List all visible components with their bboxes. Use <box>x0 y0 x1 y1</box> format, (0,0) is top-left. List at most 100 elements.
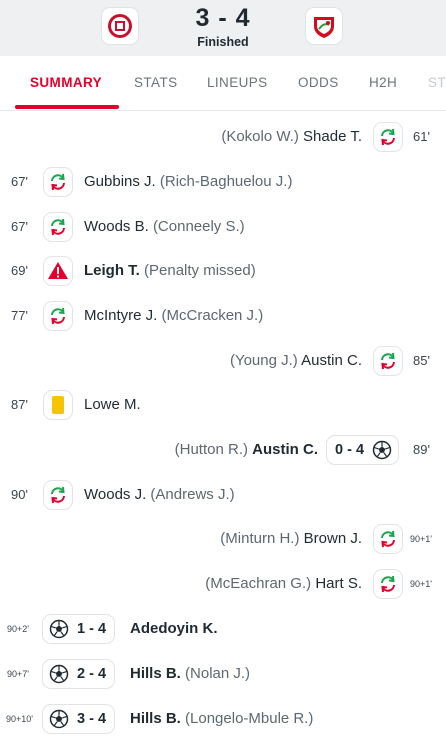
event-player: Gubbins J. <box>84 173 156 190</box>
tab-standings[interactable]: ST <box>428 75 446 90</box>
tab-summary[interactable]: SUMMARY <box>30 75 102 90</box>
yellow-card-icon <box>44 391 72 419</box>
goal-score: 3 - 4 <box>77 711 107 727</box>
goal-ball-icon <box>49 664 69 684</box>
away-crest-icon <box>314 17 334 38</box>
event-player: McIntyre J. <box>84 307 158 324</box>
event-detail: (Hutton R.) <box>174 441 248 458</box>
event-minute: 90' <box>11 487 28 502</box>
match-header: 3 - 4 Finished <box>0 0 446 56</box>
event-minute: 77' <box>11 308 28 323</box>
event-player: Austin C. <box>252 441 318 458</box>
event-minute: 69' <box>11 263 28 278</box>
tab-h2h[interactable]: H2H <box>369 75 397 90</box>
event-detail: (McCracken J.) <box>161 307 264 324</box>
event-minute: 90+2' <box>7 624 29 634</box>
event-row[interactable]: (Minturn H.) Brown J. 90+1' <box>0 522 446 558</box>
event-detail: (Penalty missed) <box>144 262 256 279</box>
event-minute: 89' <box>413 442 430 457</box>
event-row[interactable]: 69' Leigh T. (Penalty missed) <box>0 254 446 290</box>
event-minute: 90+10' <box>6 714 33 724</box>
event-player: Austin C. <box>301 352 362 369</box>
event-text: Woods B. (Conneely S.) <box>84 218 245 235</box>
event-text: Adedoyin K. <box>130 620 218 637</box>
event-row[interactable]: 77' McIntyre J. (McCracken J.) <box>0 299 446 335</box>
goal-score: 2 - 4 <box>77 666 107 682</box>
goal-score-box: 1 - 4 <box>43 615 115 643</box>
goal-score-box: 3 - 4 <box>43 705 115 733</box>
event-player: Woods J. <box>84 486 147 503</box>
tab-bar: SUMMARY STATS LINEUPS ODDS H2H ST <box>0 56 446 111</box>
tab-odds[interactable]: ODDS <box>298 75 339 90</box>
event-minute: 87' <box>11 397 28 412</box>
tab-stats[interactable]: STATS <box>134 75 178 90</box>
event-row[interactable]: 90+2' 1 - 4 Adedoyin K. <box>0 612 446 648</box>
event-minute: 90+7' <box>7 669 29 679</box>
event-detail: (Kokolo W.) <box>221 128 299 145</box>
event-text: (Kokolo W.) Shade T. <box>221 128 362 145</box>
goal-score: 0 - 4 <box>335 442 365 458</box>
event-row[interactable]: 90+10' 3 - 4 Hills B. (Longelo-Mbule R.) <box>0 702 446 738</box>
event-player: Hills B. <box>130 710 181 727</box>
event-detail: (Conneely S.) <box>152 218 245 235</box>
event-detail: (McEachran G.) <box>205 575 312 592</box>
event-player: Hart S. <box>315 575 362 592</box>
substitution-icon <box>374 570 402 598</box>
substitution-icon <box>44 302 72 330</box>
event-minute: 67' <box>11 219 28 234</box>
event-text: Hills B. (Nolan J.) <box>130 665 250 682</box>
penalty-missed-icon <box>44 257 72 285</box>
event-player: Brown J. <box>303 530 362 547</box>
event-row[interactable]: (McEachran G.) Hart S. 90+1' <box>0 567 446 603</box>
event-minute: 67' <box>11 174 28 189</box>
event-text: (Hutton R.) Austin C. <box>175 441 318 458</box>
event-text: Hills B. (Longelo-Mbule R.) <box>130 710 313 727</box>
event-player: Woods B. <box>84 218 149 235</box>
event-text: Lowe M. <box>84 396 141 413</box>
event-minute: 90+1' <box>410 534 432 544</box>
event-row[interactable]: (Young J.) Austin C. 85' <box>0 344 446 380</box>
goal-ball-icon <box>49 619 69 639</box>
event-text: (Minturn H.) Brown J. <box>220 530 362 547</box>
event-row[interactable]: (Hutton R.) Austin C. 0 - 4 89' <box>0 433 446 469</box>
event-row[interactable]: 90' Woods J. (Andrews J.) <box>0 478 446 514</box>
goal-ball-icon <box>372 440 392 460</box>
event-player: Adedoyin K. <box>130 620 218 637</box>
substitution-icon <box>44 481 72 509</box>
event-text: McIntyre J. (McCracken J.) <box>84 307 263 324</box>
event-row[interactable]: 87' Lowe M. <box>0 388 446 424</box>
match-status: Finished <box>197 35 249 49</box>
event-detail: (Minturn H.) <box>220 530 300 547</box>
active-tab-indicator <box>15 105 119 109</box>
event-row[interactable]: (Kokolo W.) Shade T. 61' <box>0 120 446 156</box>
goal-ball-icon <box>49 709 69 729</box>
substitution-icon <box>374 347 402 375</box>
event-row[interactable]: 67' Woods B. (Conneely S.) <box>0 210 446 246</box>
substitution-icon <box>44 168 72 196</box>
event-text: Gubbins J. (Rich-Baghuelou J.) <box>84 173 292 190</box>
event-detail: (Young J.) <box>229 352 298 369</box>
event-player: Shade T. <box>303 128 362 145</box>
event-detail: (Longelo-Mbule R.) <box>185 710 314 727</box>
substitution-icon <box>374 123 402 151</box>
goal-score-box: 0 - 4 <box>327 436 399 464</box>
away-team-logo[interactable] <box>306 8 342 44</box>
event-text: Woods J. (Andrews J.) <box>84 486 235 503</box>
event-minute: 90+1' <box>410 579 432 589</box>
event-text: Leigh T. (Penalty missed) <box>84 262 256 279</box>
substitution-icon <box>374 525 402 553</box>
event-minute: 85' <box>413 353 430 368</box>
goal-score: 1 - 4 <box>77 621 107 637</box>
event-minute: 61' <box>413 129 430 144</box>
event-player: Hills B. <box>130 665 181 682</box>
tab-lineups[interactable]: LINEUPS <box>207 75 268 90</box>
event-detail: (Andrews J.) <box>150 486 235 503</box>
event-player: Leigh T. <box>84 262 140 279</box>
substitution-icon <box>44 213 72 241</box>
event-player: Lowe M. <box>84 396 141 413</box>
event-text: (McEachran G.) Hart S. <box>205 575 362 592</box>
event-row[interactable]: 90+7' 2 - 4 Hills B. (Nolan J.) <box>0 657 446 693</box>
event-row[interactable]: 67' Gubbins J. (Rich-Baghuelou J.) <box>0 165 446 201</box>
event-text: (Young J.) Austin C. <box>230 352 362 369</box>
event-detail: (Rich-Baghuelou J.) <box>159 173 293 190</box>
